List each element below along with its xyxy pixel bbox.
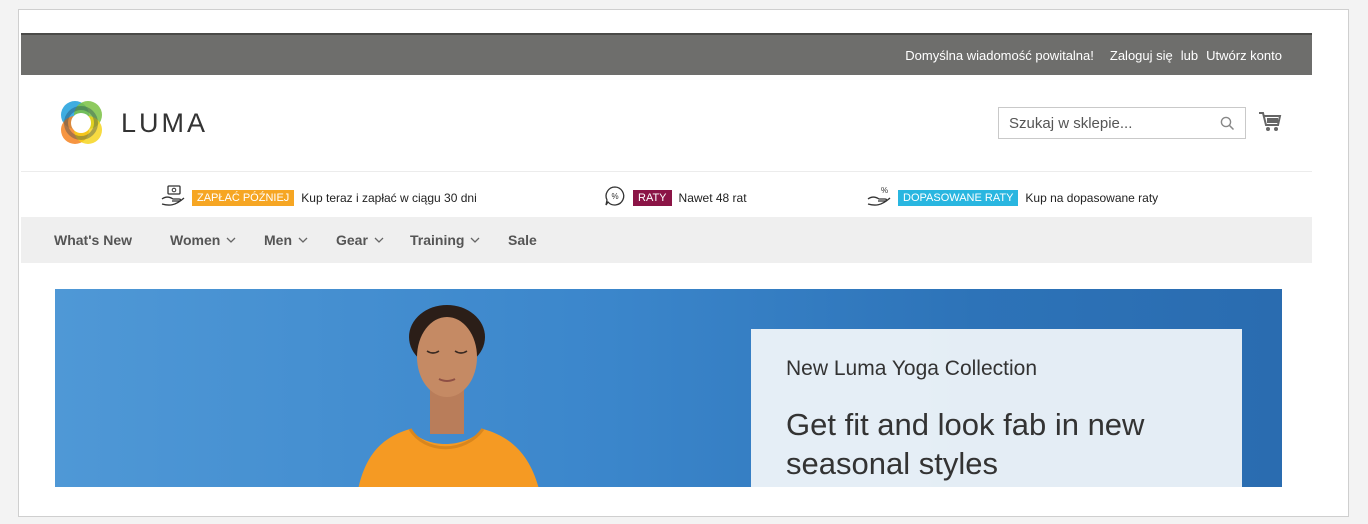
yoga-model-image [358, 305, 539, 487]
nav-label-men: Men [264, 232, 292, 248]
nav-item-sale[interactable]: Sale [508, 232, 537, 248]
or-text: lub [1180, 48, 1199, 63]
nav-label-gear: Gear [336, 232, 368, 248]
svg-text:%: % [881, 186, 888, 195]
nav-item-whats-new[interactable]: What's New [54, 232, 132, 248]
nav-item-gear[interactable]: Gear [336, 232, 384, 248]
hand-money-icon [161, 185, 185, 210]
promo-pay-later-text: Kup teraz i zapłać w ciągu 30 dni [301, 190, 477, 205]
main-navigation: What's New Women Men Gear Training Sale [21, 217, 1312, 263]
nav-label-women: Women [170, 232, 221, 248]
promo-pay-later[interactable]: ZAPŁAĆ PÓŹNIEJ Kup teraz i zapłać w ciąg… [161, 185, 477, 210]
nav-label-sale: Sale [508, 232, 537, 248]
logo-text: LUMA [121, 107, 209, 138]
luma-logo-icon [61, 101, 102, 144]
nav-label-training: Training [410, 232, 465, 248]
promo-custom-installments[interactable]: % DOPASOWANE RATY Kup na dopasowane raty [867, 185, 1158, 210]
hand-percent-icon: % [867, 185, 891, 210]
nav-item-training[interactable]: Training [410, 232, 480, 248]
badge-custom-installments: DOPASOWANE RATY [898, 189, 1019, 206]
search-input[interactable] [999, 108, 1224, 138]
welcome-message: Domyślna wiadomość powitalna! [905, 48, 1094, 63]
top-bar-links: Domyślna wiadomość powitalna! Zaloguj si… [905, 48, 1282, 63]
search-box [998, 107, 1246, 139]
header: LUMA [21, 75, 1312, 171]
chevron-down-icon [470, 237, 480, 243]
magnifier-icon[interactable] [1220, 116, 1235, 136]
nav-label-whats-new: What's New [54, 232, 133, 248]
chevron-down-icon [226, 237, 236, 243]
hero-banner[interactable]: New Luma Yoga Collection Get fit and loo… [55, 289, 1282, 487]
svg-text:%: % [611, 192, 618, 201]
nav-item-men[interactable]: Men [264, 232, 308, 248]
luma-store-page: Domyślna wiadomość powitalna! Zaloguj si… [21, 33, 1312, 487]
create-account-link[interactable]: Utwórz konto [1206, 48, 1282, 63]
promo-installments[interactable]: % RATY Nawet 48 rat [604, 185, 747, 210]
top-bar: Domyślna wiadomość powitalna! Zaloguj si… [21, 33, 1312, 75]
chevron-down-icon [374, 237, 384, 243]
promo-installments-text: Nawet 48 rat [678, 190, 747, 205]
badge-installments: RATY [633, 189, 672, 206]
promo-custom-installments-text: Kup na dopasowane raty [1025, 190, 1159, 205]
hero-text-card: New Luma Yoga Collection Get fit and loo… [751, 329, 1242, 487]
hero-title: Get fit and look fab in new seasonal sty… [786, 407, 1145, 481]
hero-subtitle: New Luma Yoga Collection [786, 357, 1037, 380]
sign-in-link[interactable]: Zaloguj się [1110, 48, 1173, 63]
badge-pay-later: ZAPŁAĆ PÓŹNIEJ [192, 189, 295, 206]
payment-promo-strip: ZAPŁAĆ PÓŹNIEJ Kup teraz i zapłać w ciąg… [21, 171, 1312, 217]
percent-bubble-icon: % [604, 185, 626, 210]
logo[interactable]: LUMA [55, 97, 208, 149]
cart-icon[interactable] [1258, 111, 1282, 138]
chevron-down-icon [298, 237, 308, 243]
nav-item-women[interactable]: Women [170, 232, 236, 248]
